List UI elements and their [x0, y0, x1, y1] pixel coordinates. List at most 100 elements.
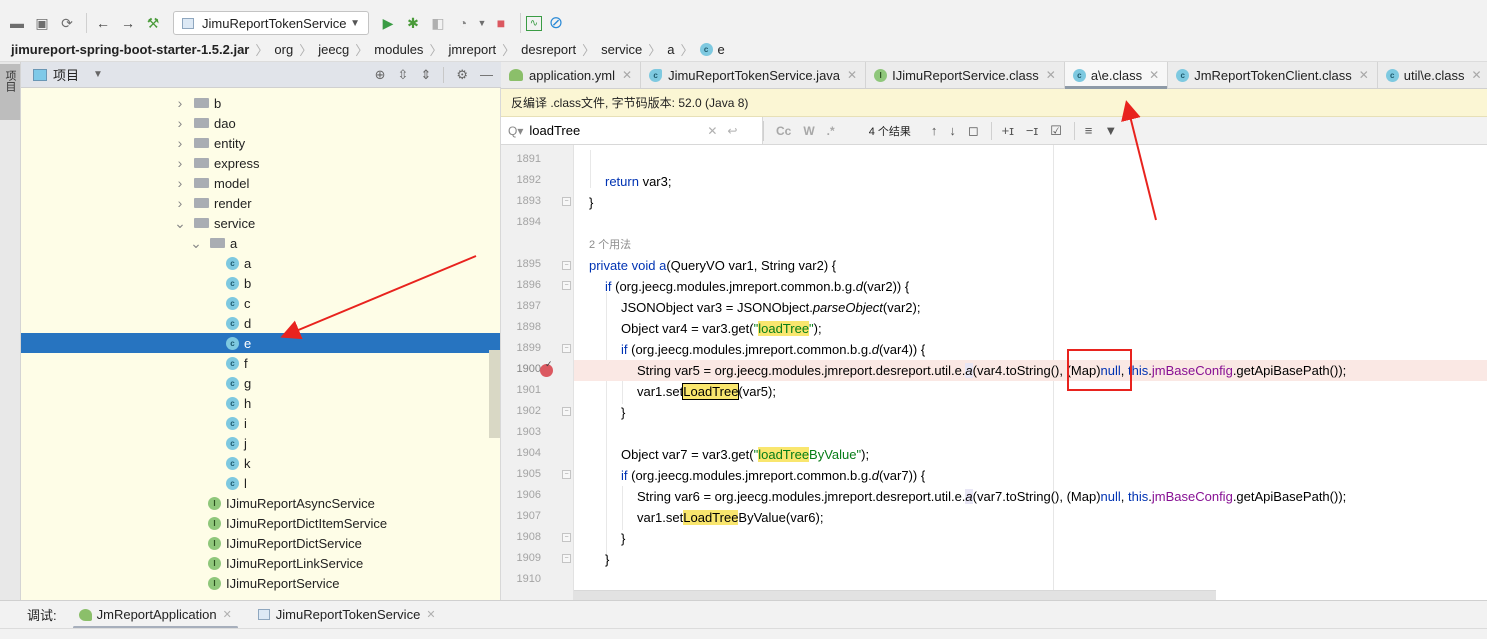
tree-item-folder[interactable]: › entity [21, 133, 500, 153]
breadcrumb-item[interactable]: desreport [521, 42, 576, 57]
chevron-right-icon[interactable]: › [174, 195, 186, 211]
line-number[interactable]: 1904 [501, 447, 541, 459]
line-number[interactable]: 1905 [501, 468, 541, 480]
chevron-right-icon[interactable]: › [174, 175, 186, 191]
line-number[interactable]: 1901 [501, 384, 541, 396]
tree-item-interface[interactable]: I IJimuReportLinkService [21, 553, 500, 573]
expand-all-icon[interactable]: ⇳ [398, 67, 409, 83]
line-number[interactable]: 1910 [501, 573, 541, 585]
chevron-down-icon[interactable]: ▼ [93, 69, 103, 80]
tree-item-class[interactable]: cj [21, 433, 500, 453]
usage-hint-text[interactable]: 2 个用法 [589, 236, 631, 252]
line-number[interactable]: 1892 [501, 174, 541, 186]
fold-marker[interactable]: − [562, 554, 571, 563]
tree-item-class[interactable]: ci [21, 413, 500, 433]
breadcrumb-item[interactable]: a [667, 42, 674, 57]
remove-occurrence-icon[interactable]: −ɪ [1026, 123, 1038, 138]
new-line-icon[interactable]: ↩ [727, 124, 737, 138]
sync-icon[interactable]: ⟳ [56, 12, 78, 34]
tree-item-folder[interactable]: ⌄ a [21, 233, 500, 253]
tree-item-class[interactable]: ce [21, 333, 500, 353]
filter-icon[interactable]: ▼ [1104, 123, 1117, 138]
gear-icon[interactable]: ⚙ [456, 67, 468, 83]
tree-item-class[interactable]: ca [21, 253, 500, 273]
fold-marker[interactable]: − [562, 281, 571, 290]
coverage-icon[interactable]: ◧ [427, 12, 449, 34]
regex-toggle[interactable]: .* [827, 124, 835, 138]
next-occurrence-icon[interactable]: ↓ [949, 123, 956, 138]
editor-tab-util-e-class[interactable]: c util\e.class ✕ [1378, 62, 1487, 88]
tree-item-class[interactable]: ch [21, 393, 500, 413]
editor-tab-application-yml[interactable]: application.yml ✕ [501, 62, 642, 88]
chevron-right-icon[interactable]: › [174, 95, 186, 111]
match-case-toggle[interactable]: Cc [776, 124, 791, 138]
save-icon[interactable]: ▣ [31, 12, 53, 34]
select-all-occurrences-icon[interactable]: ◻ [968, 123, 979, 139]
tree-item-interface[interactable]: I IJimuReportAsyncService [21, 493, 500, 513]
debug-tab-jimureporttokenservice[interactable]: JimuReportTokenService ✕ [252, 601, 442, 629]
breadcrumb-item[interactable]: service [601, 42, 642, 57]
profile-dropdown-icon[interactable]: ▼ [477, 12, 487, 34]
close-icon[interactable]: ✕ [847, 68, 857, 82]
close-icon[interactable]: ✕ [622, 68, 632, 82]
tree-item-class[interactable]: cd [21, 313, 500, 333]
fold-marker[interactable]: − [562, 197, 571, 206]
line-number[interactable]: 1893 [501, 195, 541, 207]
search-icon[interactable]: Q▾ [508, 124, 523, 138]
tree-item-interface[interactable]: I IJimuReportDictItemService [21, 513, 500, 533]
fold-marker[interactable]: − [562, 344, 571, 353]
profile-icon[interactable]: ◔ [452, 12, 474, 34]
breadcrumb-item[interactable]: e [718, 42, 725, 57]
editor-tab-jmreporttokenclient-class[interactable]: c JmReportTokenClient.class ✕ [1168, 62, 1378, 88]
line-number[interactable]: 1902 [501, 405, 541, 417]
project-panel-title[interactable]: 项目 [53, 65, 79, 84]
project-tool-tab[interactable]: 项目 [0, 64, 20, 120]
line-number[interactable]: 1909 [501, 552, 541, 564]
clear-icon[interactable]: ✕ [707, 124, 717, 138]
close-icon[interactable]: ✕ [1471, 68, 1481, 82]
tree-item-clipped[interactable] [21, 593, 500, 600]
tree-item-class[interactable]: cl [21, 473, 500, 493]
tree-item-folder[interactable]: › express [21, 153, 500, 173]
back-icon[interactable]: ← [92, 12, 114, 34]
line-number[interactable]: 1896 [501, 279, 541, 291]
disable-icon[interactable]: ⊘ [545, 12, 567, 34]
usage-hint[interactable]: 2 个用法 [574, 234, 1487, 254]
debug-tab-jmreportapplication[interactable]: JmReportApplication ✕ [72, 601, 238, 629]
tree-item-folder[interactable]: › b [21, 93, 500, 113]
run-config-selector[interactable]: JimuReportTokenService ▼ [173, 11, 369, 35]
tree-item-class[interactable]: cg [21, 373, 500, 393]
tree-item-interface[interactable]: I IJimuReportDictService [21, 533, 500, 553]
tree-item-class[interactable]: cf [21, 353, 500, 373]
close-icon[interactable]: ✕ [1149, 68, 1159, 82]
locate-icon[interactable]: ⊕ [375, 67, 386, 83]
editor-tab-jimureporttokenservice-java[interactable]: c JimuReportTokenService.java ✕ [641, 62, 867, 88]
fold-marker[interactable]: − [562, 533, 571, 542]
previous-occurrence-icon[interactable]: ↑ [931, 123, 938, 138]
whole-words-toggle[interactable]: W [803, 124, 814, 138]
line-number[interactable]: 1898 [501, 321, 541, 333]
line-number[interactable]: 1900 [501, 363, 541, 375]
editor-tab-a-e-class[interactable]: c a\e.class ✕ [1064, 62, 1169, 89]
tree-scrollbar[interactable] [489, 350, 500, 438]
line-number[interactable]: 1908 [501, 531, 541, 543]
fold-marker[interactable]: − [562, 407, 571, 416]
fold-marker[interactable]: − [562, 470, 571, 479]
line-number[interactable]: 1903 [501, 426, 541, 438]
tree-item-folder[interactable]: ⌄ service [21, 213, 500, 233]
debug-icon[interactable]: ✱ [402, 12, 424, 34]
chevron-right-icon[interactable]: › [174, 135, 186, 151]
collapse-all-icon[interactable]: ⇕ [420, 67, 431, 83]
close-icon[interactable]: ✕ [426, 608, 435, 621]
minimize-icon[interactable]: — [480, 67, 493, 82]
run-icon[interactable]: ▶ [377, 12, 399, 34]
tree-item-interface[interactable]: I IJimuReportService [21, 573, 500, 593]
toggle-occurrence-icon[interactable]: ☑ [1050, 123, 1062, 139]
chevron-right-icon[interactable]: › [174, 155, 186, 171]
breadcrumb-item[interactable]: modules [374, 42, 423, 57]
breadcrumb-item[interactable]: org [274, 42, 293, 57]
build-hammer-icon[interactable]: ⚒ [142, 12, 164, 34]
line-number[interactable]: 1891 [501, 153, 541, 165]
breakpoint-icon[interactable] [540, 359, 553, 377]
close-icon[interactable]: ✕ [1046, 68, 1056, 82]
